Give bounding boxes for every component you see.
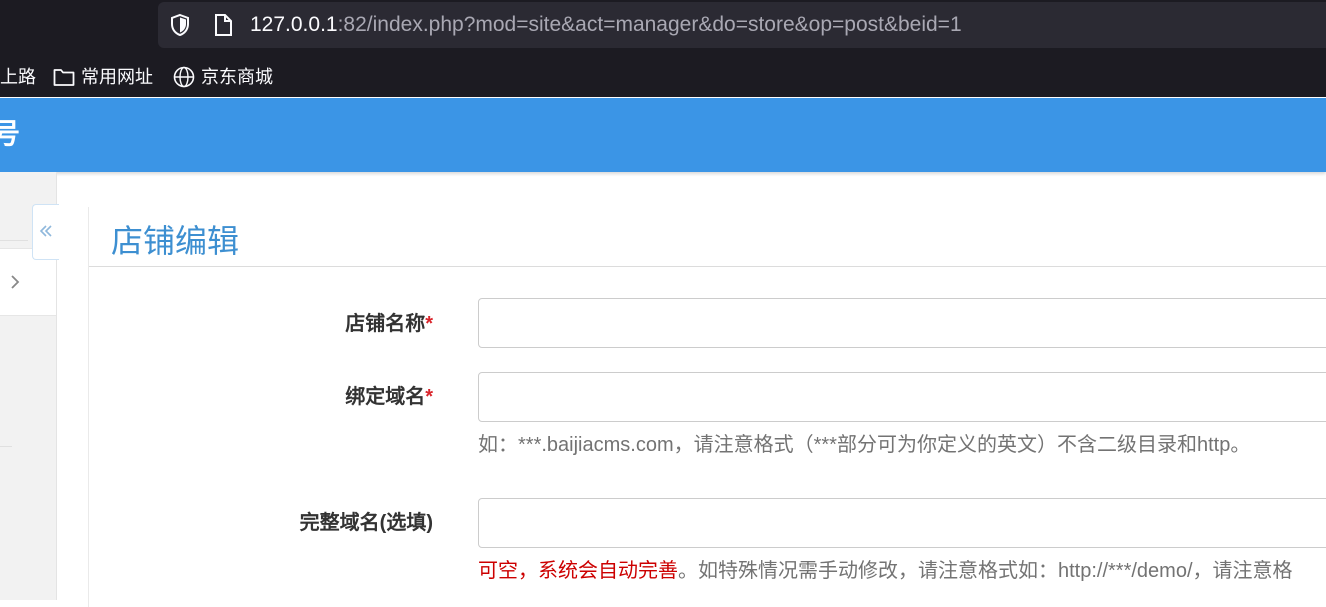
label-text: 完整域名(选填)	[299, 512, 433, 534]
bookmark-label: 常用网址	[81, 67, 153, 87]
required-mark: *	[425, 313, 433, 335]
bookmark-folder[interactable]: 常用网址	[53, 65, 163, 89]
bookmark-site[interactable]: 京东商城	[173, 65, 283, 89]
required-mark: *	[425, 386, 433, 408]
page-title: 店铺编辑	[111, 223, 240, 259]
double-chevron-left-icon	[39, 225, 52, 237]
url-host: 127.0.0.1	[250, 13, 338, 36]
full-domain-help: 可空，系统会自动完善。如特殊情况需手动修改，请注意格式如：http://***/…	[478, 558, 1293, 584]
sidebar-divider	[0, 240, 28, 241]
sidebar-divider	[0, 446, 12, 447]
label-text: 绑定域名	[345, 386, 426, 408]
url-path: :82/index.php?mod=site&act=manager&do=st…	[337, 13, 962, 36]
bookmark-label: 京东商城	[201, 67, 273, 87]
bookmarks-bar: 上路 常用网址 京东商城	[0, 57, 1326, 97]
bind-domain-input[interactable]	[478, 372, 1326, 422]
bind-domain-label: 绑定域名*	[345, 384, 433, 410]
folder-icon	[53, 69, 75, 86]
bind-domain-help: 如：***.baijiacms.com，请注意格式（***部分可为你定义的英文）…	[478, 434, 1251, 456]
browser-toolbar: 127.0.0.1:82/index.php?mod=site&act=mana…	[0, 0, 1326, 57]
store-name-label: 店铺名称*	[345, 311, 433, 337]
full-domain-help-note: 可空，系统会自动完善	[478, 560, 678, 582]
globe-icon	[173, 66, 195, 88]
address-bar[interactable]: 127.0.0.1:82/index.php?mod=site&act=mana…	[158, 2, 1326, 48]
main-panel: 店铺编辑 店铺名称* 绑定域名* 如：***.baijiacms.com，请注意…	[88, 207, 1326, 607]
bookmark-label: 上路	[0, 67, 36, 87]
page-icon[interactable]	[212, 13, 234, 37]
title-divider	[89, 266, 1326, 267]
chevron-right-icon	[11, 275, 20, 289]
full-domain-label: 完整域名(选填)	[300, 510, 433, 536]
app-header: 号	[0, 98, 1326, 172]
url-text[interactable]: 127.0.0.1:82/index.php?mod=site&act=mana…	[250, 13, 962, 37]
full-domain-input[interactable]	[478, 498, 1326, 548]
app-logo[interactable]: 号	[0, 118, 20, 150]
sidebar-collapse-button[interactable]	[32, 204, 59, 260]
store-name-input[interactable]	[478, 298, 1326, 348]
full-domain-help-text: 。如特殊情况需手动修改，请注意格式如：http://***/demo/，请注意格	[678, 560, 1293, 582]
label-text: 店铺名称	[345, 313, 426, 335]
shield-icon[interactable]	[168, 13, 192, 37]
